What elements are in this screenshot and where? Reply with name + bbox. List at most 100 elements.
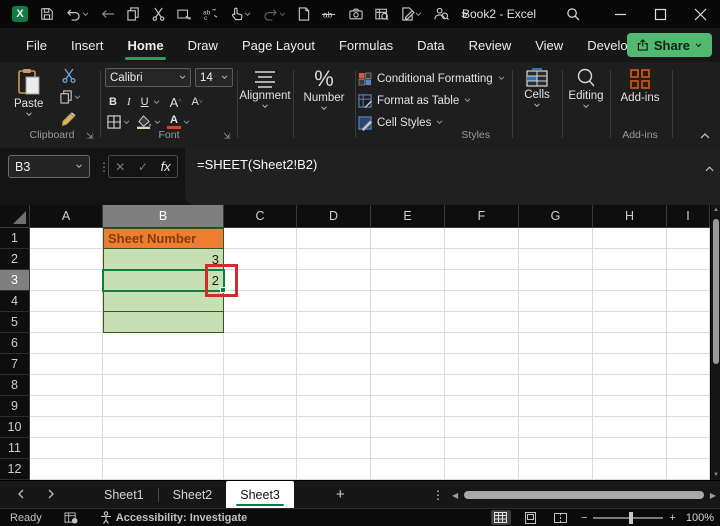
scroll-right-icon[interactable]: ▶: [710, 491, 716, 500]
cell-B8[interactable]: [103, 375, 224, 396]
cut-icon[interactable]: [148, 3, 169, 25]
cell-G5[interactable]: [519, 312, 593, 333]
zoom-level[interactable]: 100%: [686, 512, 714, 524]
number-format-button[interactable]: % Number: [295, 68, 353, 111]
cell-A11[interactable]: [30, 438, 103, 459]
minimize-button[interactable]: [600, 0, 640, 28]
chevron-down-icon[interactable]: [153, 99, 160, 105]
bold-button[interactable]: B: [109, 93, 117, 111]
column-header-E[interactable]: E: [371, 205, 445, 228]
column-header-A[interactable]: A: [30, 205, 103, 228]
cell-G2[interactable]: [519, 249, 593, 270]
zoom-out-icon[interactable]: −: [581, 512, 587, 524]
column-header-F[interactable]: F: [445, 205, 519, 228]
cut-button[interactable]: [62, 68, 76, 86]
cell-G1[interactable]: [519, 228, 593, 249]
cell-F5[interactable]: [445, 312, 519, 333]
cell-H2[interactable]: [593, 249, 667, 270]
cell-E12[interactable]: [371, 459, 445, 480]
cell-G12[interactable]: [519, 459, 593, 480]
row-header-9[interactable]: 9: [0, 396, 30, 417]
font-size-select[interactable]: 14: [195, 68, 233, 87]
cell-H3[interactable]: [593, 270, 667, 291]
zoom-thumb[interactable]: [629, 511, 634, 524]
alignment-button[interactable]: Alignment: [239, 70, 291, 109]
cell-F8[interactable]: [445, 375, 519, 396]
strikethrough-icon[interactable]: ab: [318, 3, 341, 25]
new-file-icon[interactable]: [294, 3, 314, 25]
copy-button[interactable]: [60, 90, 81, 104]
cell-B6[interactable]: [103, 333, 224, 354]
cell-E9[interactable]: [371, 396, 445, 417]
zoom-slider[interactable]: − +: [581, 511, 676, 524]
accessibility-checker[interactable]: Accessibility: Investigate: [100, 511, 247, 524]
cell-D8[interactable]: [297, 375, 371, 396]
cell-C8[interactable]: [224, 375, 297, 396]
cell-A1[interactable]: [30, 228, 103, 249]
sheet-tab-sheet3[interactable]: Sheet3: [226, 480, 294, 509]
cell-F6[interactable]: [445, 333, 519, 354]
cell-I7[interactable]: [667, 354, 710, 375]
cell-D5[interactable]: [297, 312, 371, 333]
cell-I8[interactable]: [667, 375, 710, 396]
previous-sheet-icon[interactable]: [6, 487, 36, 502]
copy-icon[interactable]: [123, 3, 144, 25]
column-header-C[interactable]: C: [224, 205, 297, 228]
fill-color-button[interactable]: [136, 115, 161, 129]
cell-I3[interactable]: [667, 270, 710, 291]
column-header-H[interactable]: H: [593, 205, 667, 228]
borders-button[interactable]: [107, 115, 130, 129]
close-button[interactable]: [680, 0, 720, 28]
cell-I11[interactable]: [667, 438, 710, 459]
cell-E1[interactable]: [371, 228, 445, 249]
cell-D12[interactable]: [297, 459, 371, 480]
font-name-select[interactable]: Calibri: [105, 68, 191, 87]
tab-formulas[interactable]: Formulas: [327, 32, 405, 59]
cell-C11[interactable]: [224, 438, 297, 459]
cell-C10[interactable]: [224, 417, 297, 438]
cell-E4[interactable]: [371, 291, 445, 312]
cell-A8[interactable]: [30, 375, 103, 396]
cell-C9[interactable]: [224, 396, 297, 417]
people-search-icon[interactable]: [430, 3, 453, 25]
tab-data[interactable]: Data: [405, 32, 456, 59]
next-sheet-icon[interactable]: [36, 487, 66, 502]
cell-E11[interactable]: [371, 438, 445, 459]
font-color-button[interactable]: A: [167, 115, 190, 129]
cell-E2[interactable]: [371, 249, 445, 270]
tab-home[interactable]: Home: [115, 32, 175, 60]
tab-review[interactable]: Review: [457, 32, 524, 59]
cell-H1[interactable]: [593, 228, 667, 249]
name-box[interactable]: B3: [8, 155, 90, 178]
clipboard-dialog-launcher-icon[interactable]: ⇲: [86, 131, 96, 141]
cell-D6[interactable]: [297, 333, 371, 354]
cell-E6[interactable]: [371, 333, 445, 354]
row-header-6[interactable]: 6: [0, 333, 30, 354]
cell-B9[interactable]: [103, 396, 224, 417]
row-header-11[interactable]: 11: [0, 438, 30, 459]
cell-F10[interactable]: [445, 417, 519, 438]
cell-C5[interactable]: [224, 312, 297, 333]
decrease-font-size-button[interactable]: A ˅: [192, 93, 203, 111]
expand-formula-bar-icon[interactable]: [705, 159, 714, 177]
camera-icon[interactable]: [345, 3, 367, 25]
italic-button[interactable]: I: [127, 93, 131, 111]
cell-A7[interactable]: [30, 354, 103, 375]
tab-draw[interactable]: Draw: [176, 32, 230, 59]
row-header-3[interactable]: 3: [0, 270, 30, 291]
cell-D11[interactable]: [297, 438, 371, 459]
tab-insert[interactable]: Insert: [59, 32, 116, 59]
horizontal-scroll-thumb[interactable]: [464, 491, 704, 499]
cell-E3[interactable]: [371, 270, 445, 291]
cell-A3[interactable]: [30, 270, 103, 291]
cell-A10[interactable]: [30, 417, 103, 438]
cell-B12[interactable]: [103, 459, 224, 480]
zoom-in-icon[interactable]: +: [669, 512, 675, 524]
cell-A5[interactable]: [30, 312, 103, 333]
row-header-10[interactable]: 10: [0, 417, 30, 438]
cell-G11[interactable]: [519, 438, 593, 459]
cell-I9[interactable]: [667, 396, 710, 417]
font-dialog-launcher-icon[interactable]: ⇲: [223, 131, 233, 141]
cell-G10[interactable]: [519, 417, 593, 438]
column-header-G[interactable]: G: [519, 205, 593, 228]
